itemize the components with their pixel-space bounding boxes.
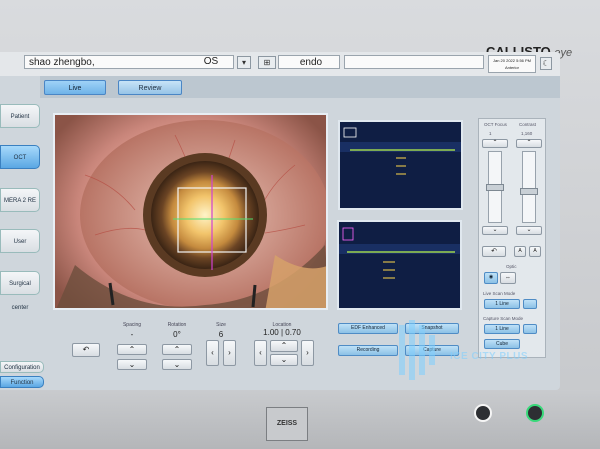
- live-microscope-view[interactable]: [53, 113, 328, 310]
- size-label: Size: [216, 322, 226, 328]
- date-box: Jan 20 2022 5:56 PM Anterior: [488, 55, 536, 73]
- eye-dropdown-button[interactable]: ▾: [237, 56, 251, 69]
- oct-bscan-image: [339, 227, 460, 279]
- auto-icon: A: [518, 248, 522, 254]
- tab-bar: Live Review: [40, 76, 560, 98]
- oct-bscan-image: [340, 127, 461, 175]
- function-button[interactable]: Function: [0, 376, 44, 388]
- optic-single-button[interactable]: ◉: [484, 272, 498, 284]
- chevron-down-icon: ⌄: [173, 360, 181, 369]
- chevron-right-icon: ›: [306, 348, 309, 357]
- chevron-up-icon: ⌃: [128, 345, 136, 354]
- contrast-slider[interactable]: [520, 151, 538, 223]
- chevron-down-icon: ▾: [241, 58, 246, 67]
- sidebar-item-mera[interactable]: MERA 2 RE: [0, 188, 40, 212]
- back-button[interactable]: ↶: [72, 343, 100, 357]
- mode-text: Anterior: [504, 65, 519, 70]
- procedure-icon-button[interactable]: ⊞: [258, 56, 276, 69]
- zeiss-logo: ZEISS: [266, 407, 308, 441]
- location-up-button[interactable]: ⌃: [270, 340, 298, 352]
- watermark-logo-icon: [399, 320, 435, 380]
- live-scan-alt-button[interactable]: [523, 299, 537, 309]
- contrast-down-button[interactable]: ⌄: [516, 226, 542, 235]
- sidebar-item-oct[interactable]: OCT: [0, 145, 40, 169]
- target-icon: ◉: [488, 274, 494, 280]
- rotation-value: 0°: [173, 330, 181, 339]
- eye-image: [56, 120, 326, 308]
- configuration-button[interactable]: Configuration: [0, 361, 44, 373]
- chevron-left-icon: ‹: [211, 348, 214, 357]
- live-scan-mode-select[interactable]: 1 Line: [484, 299, 520, 309]
- optic-label: Optic: [506, 264, 517, 269]
- focus-down-button[interactable]: ⌄: [482, 226, 508, 235]
- oct-scan-top[interactable]: [338, 120, 463, 210]
- spacing-value: -: [130, 330, 134, 339]
- moon-icon: ☾: [542, 59, 550, 68]
- tree-icon: ⊞: [263, 58, 271, 67]
- eye-side-label: OS: [203, 56, 219, 67]
- chevron-up-icon: ⌃: [173, 345, 181, 354]
- focus-slider[interactable]: [486, 151, 504, 223]
- chevron-down-icon: ⌄: [280, 355, 288, 364]
- contrast-value: 1,160: [521, 131, 533, 136]
- spacing-label: Spacing: [122, 322, 142, 328]
- oct-focus-label: OCT Focus: [484, 122, 507, 127]
- focus-reset-button[interactable]: ↶: [482, 246, 506, 257]
- location-down-button[interactable]: ⌄: [270, 354, 298, 366]
- rotation-up-button[interactable]: ⌃: [162, 344, 192, 355]
- size-value: 6: [218, 330, 224, 339]
- location-left-button[interactable]: ‹: [254, 340, 267, 366]
- power-button[interactable]: [474, 404, 492, 422]
- chevron-left-icon: ‹: [259, 348, 262, 357]
- spacing-up-button[interactable]: ⌃: [117, 344, 147, 355]
- auto-contrast-button[interactable]: A: [529, 246, 541, 257]
- chevron-down-icon: ⌄: [492, 227, 498, 233]
- chevron-up-icon: ⌃: [526, 140, 532, 146]
- focus-up-button[interactable]: ⌃: [482, 139, 508, 148]
- location-value: 1.00 | 0.70: [263, 328, 301, 337]
- auto-focus-button[interactable]: A: [514, 246, 526, 257]
- standby-button[interactable]: [526, 404, 544, 422]
- focus-value: 1: [489, 131, 492, 136]
- undo-icon: ↶: [82, 345, 90, 354]
- chevron-down-icon: ⌄: [128, 360, 136, 369]
- chevron-right-icon: ›: [228, 348, 231, 357]
- watermark-text: ICE CITY PLUS: [450, 351, 528, 362]
- rotation-label: Rotation: [167, 322, 187, 328]
- watermark: ICE CITY PLUS: [392, 315, 552, 385]
- rotation-down-button[interactable]: ⌄: [162, 359, 192, 370]
- sidebar-item-user[interactable]: User: [0, 229, 40, 253]
- undo-icon: ↶: [491, 248, 497, 255]
- edf-enhanced-button[interactable]: EDF Enhanced: [338, 323, 398, 334]
- size-increase-button[interactable]: ›: [223, 340, 236, 366]
- contrast-label: Contrast: [519, 122, 537, 127]
- oct-scan-bottom[interactable]: [337, 220, 462, 310]
- recording-button[interactable]: Recording: [338, 345, 398, 356]
- auto-icon: A: [533, 248, 537, 254]
- top-bar: shao zhengbo, OS ▾ ⊞ endo Jan 20 2022 5:…: [0, 52, 560, 76]
- tab-live[interactable]: Live: [44, 80, 106, 95]
- focus-slider-thumb[interactable]: [486, 184, 504, 191]
- procedure-field: endo: [278, 55, 340, 69]
- sidebar-item-patient[interactable]: Patient: [0, 104, 40, 128]
- sidebar-item-surgical-center[interactable]: Surgical center: [0, 271, 40, 311]
- contrast-slider-thumb[interactable]: [520, 188, 538, 195]
- optic-stereo-button[interactable]: ⇔: [500, 272, 516, 284]
- size-decrease-button[interactable]: ‹: [206, 340, 219, 366]
- live-scan-mode-label: Live Scan Mode: [483, 291, 516, 296]
- tab-review[interactable]: Review: [118, 80, 182, 95]
- chevron-down-icon: ⌄: [526, 227, 532, 233]
- contrast-up-button[interactable]: ⌃: [516, 139, 542, 148]
- chevron-up-icon: ⌃: [492, 140, 498, 146]
- night-mode-button[interactable]: ☾: [540, 57, 552, 70]
- stereo-icon: ⇔: [505, 275, 511, 281]
- spacing-down-button[interactable]: ⌄: [117, 359, 147, 370]
- chevron-up-icon: ⌃: [280, 341, 288, 350]
- info-field: [344, 55, 484, 69]
- location-right-button[interactable]: ›: [301, 340, 314, 366]
- date-text: Jan 20 2022 5:56 PM: [492, 58, 532, 63]
